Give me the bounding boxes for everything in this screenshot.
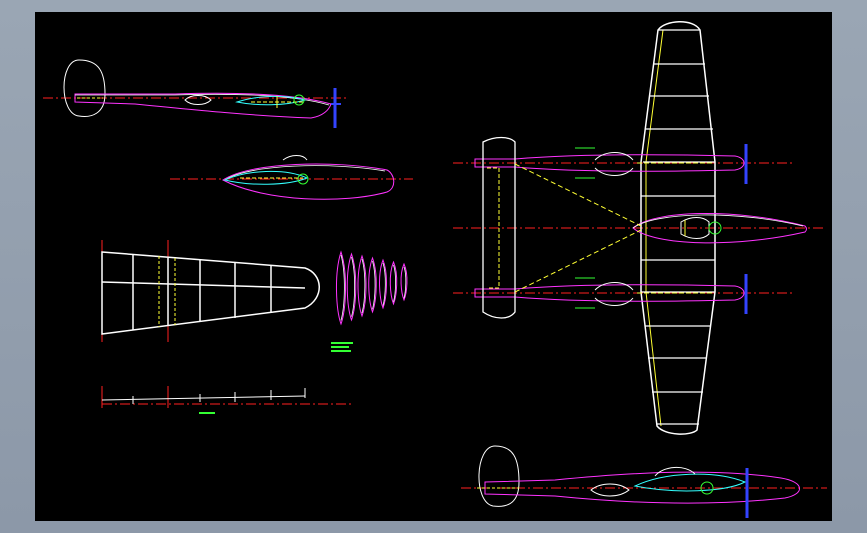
rib-profiles — [335, 250, 408, 326]
cad-drawing — [43, 21, 827, 518]
side-view-fuselage — [170, 155, 413, 200]
side-view — [43, 59, 347, 128]
wing-panel — [101, 240, 320, 342]
top-view — [453, 21, 825, 435]
cad-drawing-canvas[interactable] — [35, 12, 832, 521]
screenshot-frame — [0, 0, 867, 533]
rib-layout — [101, 386, 351, 414]
side-view-bottom — [461, 445, 827, 518]
rib-notes — [331, 342, 353, 352]
